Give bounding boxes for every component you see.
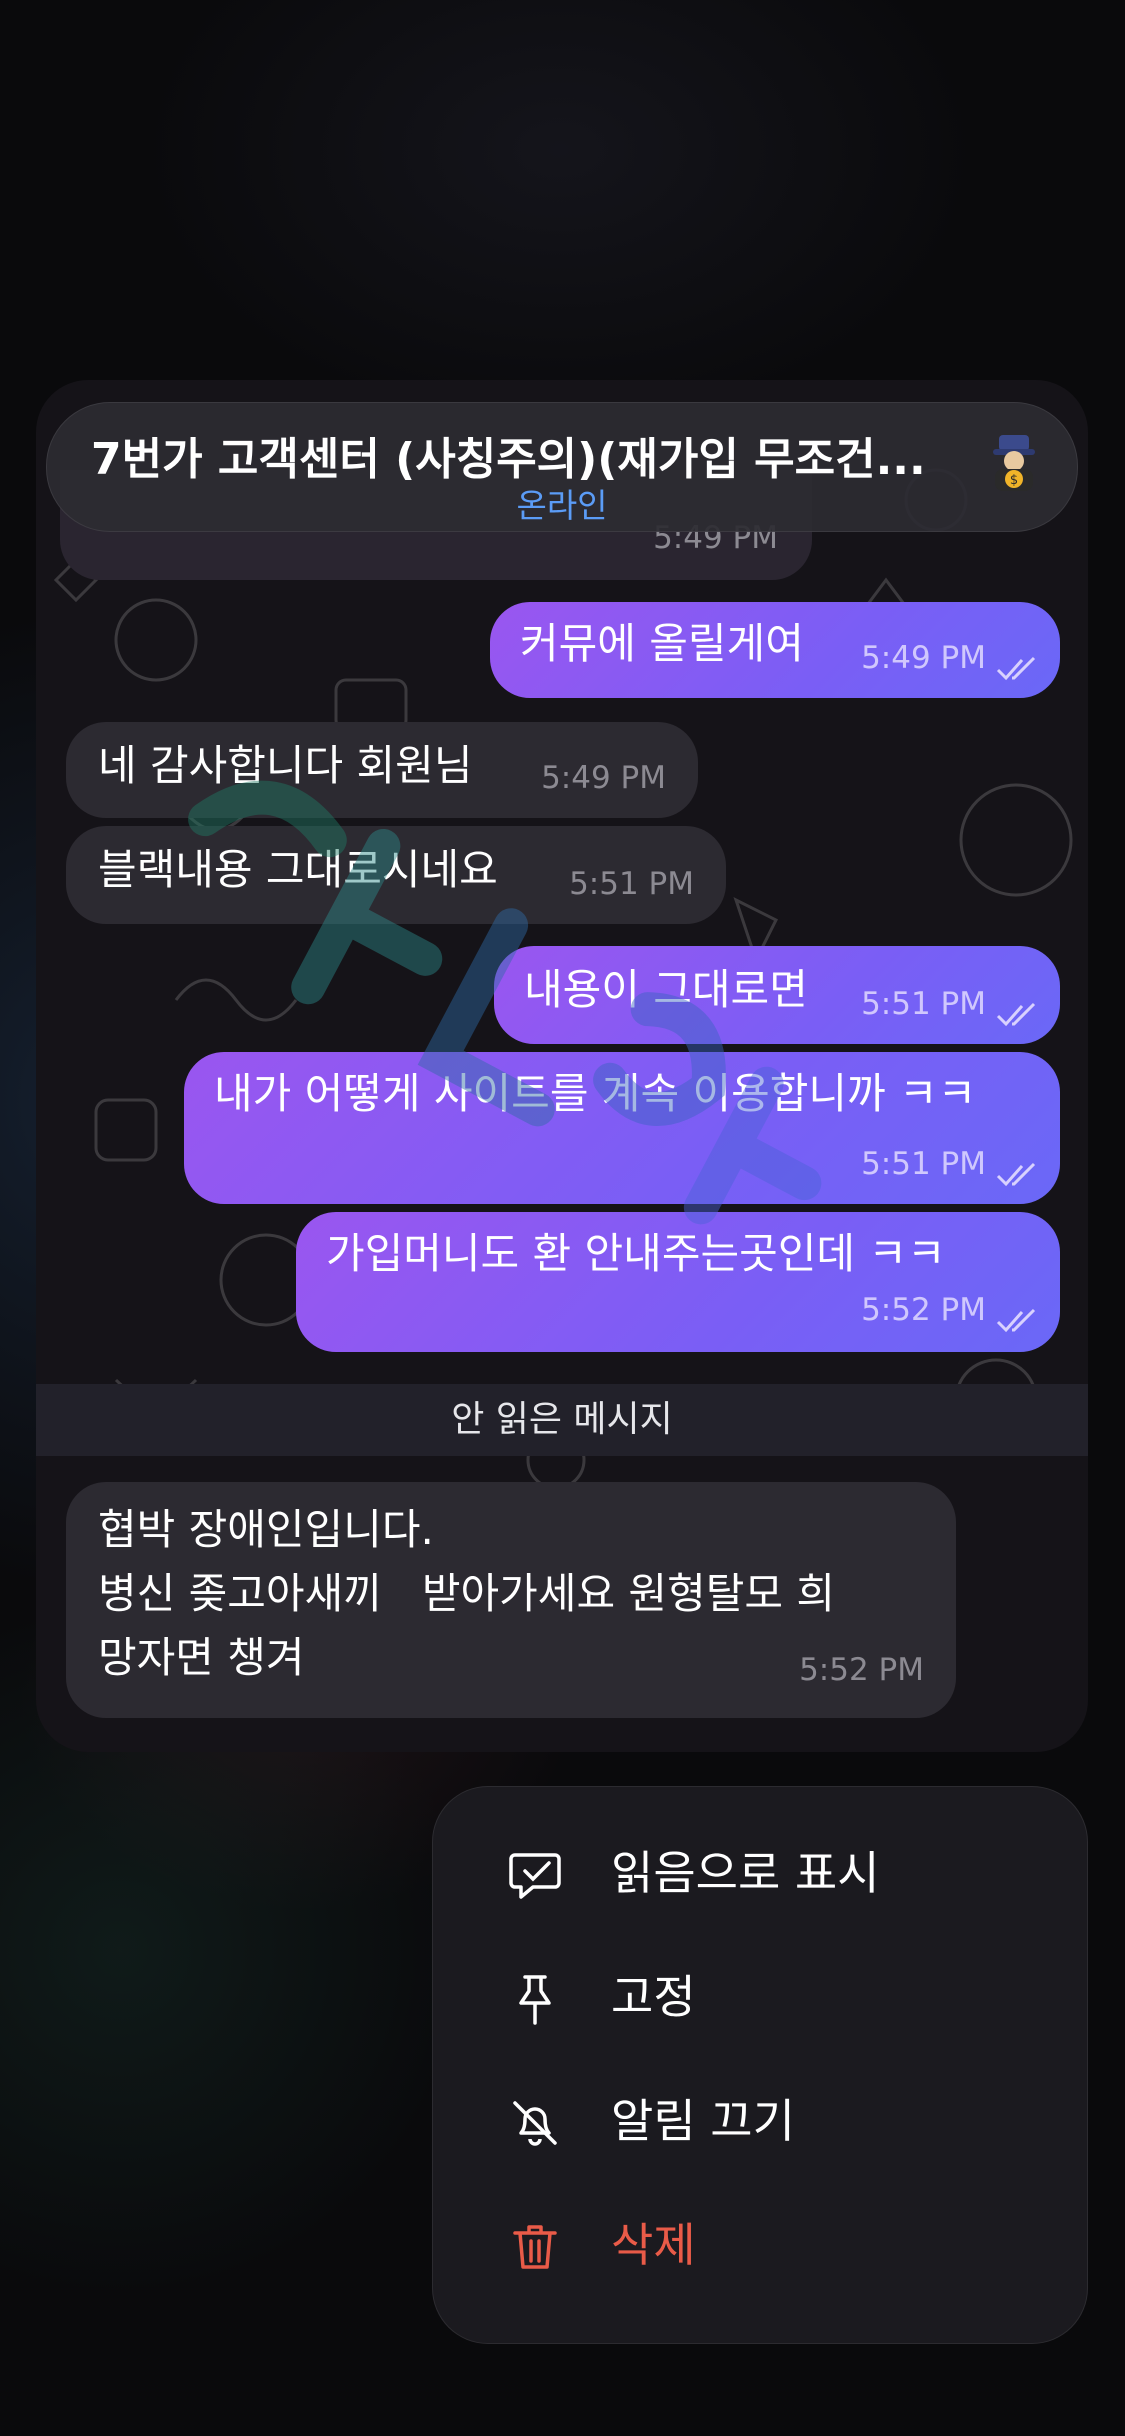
pin-icon bbox=[519, 1975, 551, 2025]
message-time: 5:51 PM bbox=[861, 986, 986, 1022]
context-menu: 읽음으로 표시 고정 알림 끄기 삭제 bbox=[432, 1786, 1088, 2344]
unread-messages-divider: 안 읽은 메시지 bbox=[36, 1384, 1088, 1456]
message-bubble-outgoing[interactable]: 가입머니도 환 안내주는곳인데 ㅋㅋ 5:52 PM bbox=[296, 1212, 1060, 1352]
message-time: 5:52 PM bbox=[861, 1292, 986, 1328]
message-text: 내가 어떻게 사이트를 계속 이용합니까 ㅋㅋ bbox=[214, 1069, 977, 1118]
message-time: 5:49 PM bbox=[541, 760, 666, 796]
message-time: 5:51 PM bbox=[569, 866, 694, 902]
message-time: 5:52 PM bbox=[799, 1652, 924, 1688]
menu-item-label: 읽음으로 표시 bbox=[611, 1846, 880, 1900]
chat-header[interactable]: 7번가 고객센터 (사칭주의)(재가입 무조건... 온라인 $ bbox=[46, 402, 1078, 532]
read-ticks-icon bbox=[996, 1162, 1036, 1187]
menu-item-pin[interactable]: 고정 bbox=[433, 1939, 1087, 2059]
message-time: 5:49 PM bbox=[861, 640, 986, 676]
message-bubble-outgoing[interactable]: 내가 어떻게 사이트를 계속 이용합니까 ㅋㅋ 5:51 PM bbox=[184, 1052, 1060, 1204]
read-ticks-icon bbox=[996, 656, 1036, 681]
message-time: 5:51 PM bbox=[861, 1146, 986, 1182]
read-ticks-icon bbox=[996, 1308, 1036, 1333]
online-status: 온라인 bbox=[516, 486, 608, 525]
menu-item-label: 알림 끄기 bbox=[611, 2094, 795, 2148]
message-bubble-outgoing[interactable]: 내용이 그대로면 5:51 PM bbox=[494, 946, 1060, 1044]
menu-item-mark-as-read[interactable]: 읽음으로 표시 bbox=[433, 1815, 1087, 1935]
message-bubble-outgoing[interactable]: 커뮤에 올릴게여 5:49 PM bbox=[490, 602, 1060, 698]
chat-check-icon bbox=[509, 1853, 561, 1899]
message-text: 가입머니도 환 안내주는곳인데 ㅋㅋ bbox=[326, 1229, 946, 1278]
message-line: 병신 좆고아새끼 받아가세요 원형탈모 희 bbox=[98, 1569, 835, 1618]
chat-title: 7번가 고객센터 (사칭주의)(재가입 무조건... bbox=[91, 434, 926, 485]
message-bubble-incoming[interactable]: 협박 장애인입니다. 병신 좆고아새끼 받아가세요 원형탈모 희 망자면 챙겨 … bbox=[66, 1482, 956, 1718]
message-line: 협박 장애인입니다. bbox=[98, 1505, 434, 1554]
read-ticks-icon bbox=[996, 1002, 1036, 1027]
svg-text:$: $ bbox=[1010, 473, 1018, 488]
trash-icon bbox=[513, 2225, 557, 2269]
menu-item-label: 고정 bbox=[611, 1970, 696, 2024]
menu-item-delete[interactable]: 삭제 bbox=[433, 2187, 1087, 2307]
avatar: $ bbox=[993, 435, 1035, 491]
menu-item-mute[interactable]: 알림 끄기 bbox=[433, 2063, 1087, 2183]
message-bubble-incoming[interactable]: 네 감사합니다 회원님 5:49 PM bbox=[66, 722, 698, 818]
bell-off-icon bbox=[513, 2101, 557, 2146]
message-bubble-incoming[interactable]: 블랙내용 그대로시네요 5:51 PM bbox=[66, 826, 726, 924]
menu-item-label: 삭제 bbox=[611, 2218, 696, 2272]
